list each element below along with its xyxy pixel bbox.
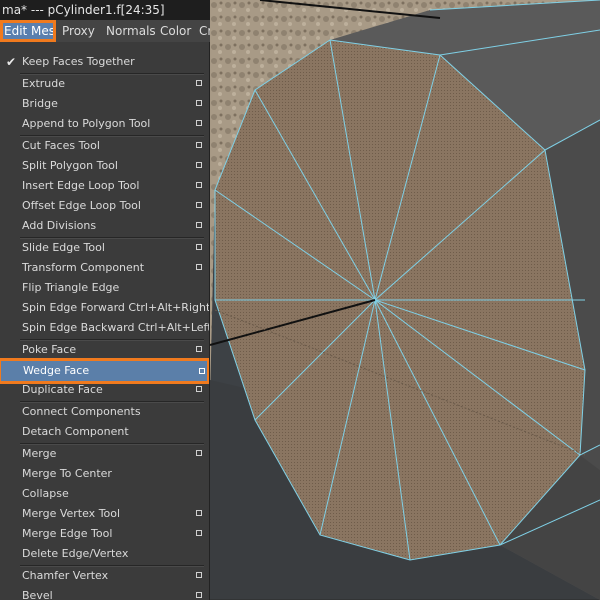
menu-proxy[interactable]: Proxy — [62, 20, 102, 42]
menu-item-duplicate-face[interactable]: Duplicate Face — [0, 380, 209, 400]
menu-item-insert-edge-loop-tool[interactable]: Insert Edge Loop Tool — [0, 176, 209, 196]
menu-item-merge-to-center[interactable]: Merge To Center — [0, 464, 209, 484]
menu-item-bevel[interactable]: Bevel — [0, 586, 209, 600]
menu-item-split-polygon-tool[interactable]: Split Polygon Tool — [0, 156, 209, 176]
menu-item-merge[interactable]: Merge — [0, 444, 209, 464]
menu-color[interactable]: Color — [160, 20, 196, 42]
menu-item-chamfer-vertex[interactable]: Chamfer Vertex — [0, 566, 209, 586]
option-box-icon[interactable] — [199, 368, 205, 374]
option-box-icon[interactable] — [196, 182, 202, 188]
option-box-icon[interactable] — [196, 162, 202, 168]
menu-item-spin-edge-forward[interactable]: Spin Edge Forward Ctrl+Alt+Right — [0, 298, 209, 318]
menu-bar: Edit Mesh Proxy Normals Color Cr — [0, 20, 210, 43]
menu-item-append-to-polygon-tool[interactable]: Append to Polygon Tool — [0, 114, 209, 134]
menu-item-collapse[interactable]: Collapse — [0, 484, 209, 504]
menu-item-flip-triangle-edge[interactable]: Flip Triangle Edge — [0, 278, 209, 298]
option-box-icon[interactable] — [196, 386, 202, 392]
option-box-icon[interactable] — [196, 530, 202, 536]
option-box-icon[interactable] — [196, 202, 202, 208]
option-box-icon[interactable] — [196, 100, 202, 106]
menu-edit-mesh[interactable]: Edit Mesh — [0, 20, 56, 42]
menu-item-bridge[interactable]: Bridge — [0, 94, 209, 114]
menu-item-offset-edge-loop-tool[interactable]: Offset Edge Loop Tool — [0, 196, 209, 216]
menu-item-delete-edge-vertex[interactable]: Delete Edge/Vertex — [0, 544, 209, 564]
menu-item-detach-component[interactable]: Detach Component — [0, 422, 209, 442]
option-box-icon[interactable] — [196, 592, 202, 598]
option-box-icon[interactable] — [196, 450, 202, 456]
option-box-icon[interactable] — [196, 572, 202, 578]
menu-item-spin-edge-backward[interactable]: Spin Edge Backward Ctrl+Alt+Left — [0, 318, 209, 338]
menu-item-merge-edge-tool[interactable]: Merge Edge Tool — [0, 524, 209, 544]
option-box-icon[interactable] — [196, 510, 202, 516]
window-title: ma* --- pCylinder1.f[24:35] — [2, 3, 165, 17]
menu-item-extrude[interactable]: Extrude — [0, 74, 209, 94]
menu-item-merge-vertex-tool[interactable]: Merge Vertex Tool — [0, 504, 209, 524]
edit-mesh-dropdown: ✔ Keep Faces Together Extrude Bridge App… — [0, 42, 210, 600]
option-box-icon[interactable] — [196, 142, 202, 148]
option-box-icon[interactable] — [196, 264, 202, 270]
option-box-icon[interactable] — [196, 244, 202, 250]
menu-item-slide-edge-tool[interactable]: Slide Edge Tool — [0, 238, 209, 258]
option-box-icon[interactable] — [196, 346, 202, 352]
menu-item-cut-faces-tool[interactable]: Cut Faces Tool — [0, 136, 209, 156]
menu-create[interactable]: Cr — [199, 20, 210, 42]
option-box-icon[interactable] — [196, 80, 202, 86]
menu-item-keep-faces-together[interactable]: ✔ Keep Faces Together — [0, 52, 209, 72]
option-box-icon[interactable] — [196, 222, 202, 228]
checkmark-icon: ✔ — [6, 55, 17, 69]
menu-item-add-divisions[interactable]: Add Divisions — [0, 216, 209, 236]
option-box-icon[interactable] — [196, 120, 202, 126]
window-title-bar: ma* --- pCylinder1.f[24:35] — [0, 0, 210, 20]
menu-item-transform-component[interactable]: Transform Component — [0, 258, 209, 278]
menu-item-poke-face[interactable]: Poke Face — [0, 340, 209, 360]
menu-normals[interactable]: Normals — [106, 20, 156, 42]
menu-item-connect-components[interactable]: Connect Components — [0, 402, 209, 422]
